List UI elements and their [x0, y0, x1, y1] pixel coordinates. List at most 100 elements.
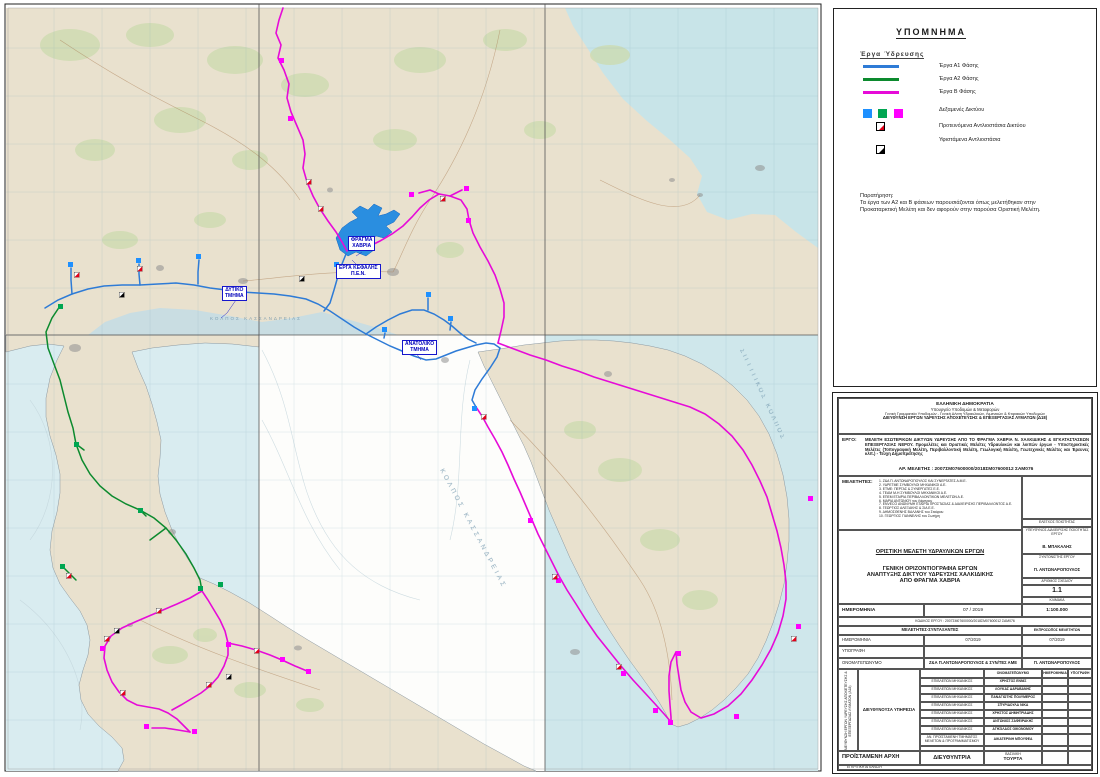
signature-label: ΥΠΟΓΡΑΦΗ — [838, 646, 924, 658]
date-cell-7 — [1042, 726, 1068, 734]
role-2: ΕΠΙΒΛΕΠΩΝ ΜΗΧΑΝΙΚΟΣ — [920, 686, 984, 694]
name-1: ΧΡΗΣΤΟΣ ΕΝΝΙΣ — [984, 678, 1042, 686]
date2-label: ΗΜΕΡΟΜΗΝΙΑ — [838, 635, 924, 646]
note-title: Παρατήρηση: — [860, 193, 1070, 200]
map-note: Παρατήρηση: Τα έργα των Α2 και Β φάσεων … — [860, 193, 1070, 214]
label-east-section: ΑΝΑΤΟΛΙΚΟ ΤΜΗΜΑ — [402, 340, 437, 355]
study-number: ΑΡ. ΜΕΛΕΤΗΣ : 2007ΣΜ07600000/2018ΣΜ07600… — [839, 467, 1092, 473]
coordinator-cell: ΣΥΝΤΟΝΙΣΤΗΣ ΕΡΓΟΥ Π. ΑΝΤΩΝΑΡΟΠΟΥΛΟΣ — [1022, 554, 1092, 578]
name-3: ΠΑΝΑΓΙΩΤΗΣ ΠΟΛΥΜΕΡΟΣ — [984, 694, 1042, 702]
name-4: ΣΠΥΡΙΔΟΥΛΑ ΝΙΚΑ — [984, 702, 1042, 710]
role-7: ΕΠΙΒΛΕΠΩΝ ΜΗΧΑΝΙΚΟΣ — [920, 726, 984, 734]
sign-cell-2 — [1068, 686, 1092, 694]
date-cell-5 — [1042, 710, 1068, 718]
drawing-title-3: ΑΠΟ ΦΡΑΓΜΑ ΧΑΒΡΙΑ — [900, 578, 961, 584]
sign-cell-6 — [1068, 718, 1092, 726]
consultant-10: 10. ΓΕΩΡΓΙΟΣ ΓΙΑΝΝΕΛΗΣ του Σωτήρη — [879, 515, 1021, 519]
name-6: ΑΝΤΩΝΙΟΣ ΖΑΦΕΙΡΑΚΗΣ — [984, 718, 1042, 726]
quality-resp-name: Β. ΜΠΑΚΑΛΗΣ — [1023, 545, 1091, 550]
label-west-section: ΔΥΤΙΚΟ ΤΜΗΜΑ — [222, 286, 247, 301]
date-label: ΗΜΕΡΟΜΗΝΙΑ — [838, 604, 924, 617]
date-value: 07 / 2019 — [924, 604, 1022, 617]
sign-cell-8 — [1068, 734, 1092, 746]
directorate-side-cell: ΔΙΕΥΘΥΝΣΗ ΕΡΓΩΝ ΥΔΡΕΥΣΗΣ ΑΠΟΧΕΤΕΥΣΗΣ & Ε… — [838, 669, 858, 751]
directorate-side-label: ΔΙΕΥΘΥΝΣΗ ΕΡΓΩΝ ΥΔΡΕΥΣΗΣ ΑΠΟΧΕΤΕΥΣΗΣ & Ε… — [839, 670, 858, 751]
name-8: ΑΙΚΑΤΕΡΙΝΗ ΜΠΟΥΦΕΑ — [984, 734, 1042, 746]
date2-value1: 07/2019 — [924, 635, 1022, 646]
drawing-title-cell: ΟΡΙΣΤΙΚΗ ΜΕΛΕΤΗ ΥΔΡΑΥΛΙΚΩΝ ΕΡΓΩΝ ΓΕΝΙΚΗ … — [838, 530, 1022, 604]
label-west-line2: ΤΜΗΜΑ — [225, 294, 244, 300]
reservoir-swatch-green — [878, 109, 887, 118]
label-dam-line2: ΧΑΒΡΙΑ — [351, 244, 372, 250]
title-block: ΕΛΛΗΝΙΚΗ ΔΗΜΟΚΡΑΤΙΑ Υπουργείο Υποδομών &… — [832, 392, 1098, 774]
study-title: ΟΡΙΣΤΙΚΗ ΜΕΛΕΤΗ ΥΔΡΑΥΛΙΚΩΝ ΕΡΓΩΝ — [876, 549, 984, 555]
name-5: ΧΡΗΣΤΟΣ ΔΗΜΗΤΡΙΑΔΗΣ — [984, 710, 1042, 718]
authority-sign-cell — [1068, 751, 1092, 765]
label-headworks: ΕΡΓΑ ΚΕΦΑΛΗΣ Π.Ε.Ν. — [336, 264, 381, 279]
note-line1: Τα έργα των Α2 και Β φάσεων παρουσιάζοντ… — [860, 200, 1070, 207]
role-1: ΕΠΙΒΛΕΠΩΝ ΜΗΧΑΝΙΚΟΣ — [920, 678, 984, 686]
legend-line-a2 — [863, 78, 899, 81]
label-east-line2: ΤΜΗΜΑ — [405, 348, 434, 354]
legend-label-pump-existing: Υφιστάμενα Αντλιοστάσια — [939, 137, 1000, 143]
signature-value1 — [924, 646, 1022, 658]
note-line2: Προκαταρκτική Μελέτη και δεν αφορούν στη… — [860, 207, 1070, 214]
legend-label-a1: Έργα Α1 Φάσης — [939, 63, 979, 69]
sign-header: ΥΠΟΓΡΑΦΗ — [1068, 669, 1092, 678]
authority-label: ΠΡΟΪΣΤΑΜΕΝΗ ΑΡΧΗ — [838, 751, 920, 765]
sign-cell-7 — [1068, 726, 1092, 734]
sign-cell-4 — [1068, 702, 1092, 710]
authors-header: ΜΕΛΕΤΗΤΕΣ-ΣΥΝΤΑΞΑΝΤΕΣ — [838, 626, 1022, 635]
sign-cell-3 — [1068, 694, 1092, 702]
authority-role: ΔΙΕΥΘΥΝΤΡΙΑ — [920, 751, 984, 765]
label-headworks-line2: Π.Ε.Ν. — [339, 272, 378, 278]
legend-label-b: Έργα Β Φάσης — [939, 89, 976, 95]
role-8: ΑΝ. ΠΡΟΪΣΤΑΜΕΝΗ ΤΜΗΜΑΤΟΣ ΜΕΛΕΤΩΝ & ΠΡΟΓΡ… — [920, 734, 984, 746]
scale-label: ΚΛΙΜΑΚΑ — [1022, 597, 1092, 604]
fullname-value1: Ζ&Α Π.ΑΝΤΩΝΑΡΟΠΟΥΛΟΣ & ΣΥΝ/ΤΕΣ ΑΜΕ — [924, 658, 1022, 669]
title-block-inner: ΕΛΛΗΝΙΚΗ ΔΗΜΟΚΡΑΤΙΑ Υπουργείο Υποδομών &… — [837, 397, 1093, 771]
map-area: ΚΟΛΠΟΣ ΚΑΣΣΑΝΔΡΕΙΑΣ ΚΟΛΠΟΣ ΚΑΣΣΑΝΔΡΕΙΑΣ … — [0, 0, 825, 777]
fullname-value2: Π. ΑΝΤΩΝΑΡΟΠΟΥΛΟΣ — [1022, 658, 1092, 669]
date2-value2: 07/2019 — [1022, 635, 1092, 646]
drawing-number: 1.1 — [1022, 585, 1092, 597]
pump-existing-icon — [876, 145, 885, 154]
sign-cell-1 — [1068, 678, 1092, 686]
label-dam: ΦΡΑΓΜΑ ΧΑΒΡΙΑ — [348, 236, 375, 251]
consultants-row: ΜΕΛΕΤΗΤΕΣ: 1. Ζ&Α Π. ΑΝΤΩΝΑΡΟΠΟΥΛΟΣ ΚΑΙ … — [838, 476, 1022, 530]
reservoir-swatch-blue — [863, 109, 872, 118]
date-cell-6 — [1042, 718, 1068, 726]
legend-section-title: Έργα Ύδρευσης — [860, 51, 924, 59]
role-header-cell — [920, 669, 984, 678]
supervising-service-cell: ΔΙΕΥΘΥΝΟΥΣΑ ΥΠΗΡΕΣΙΑ — [858, 669, 920, 751]
representative-header: ΕΚΠΡΟΣΩΠΟΣ ΜΕΛΕΤΗΤΩΝ — [1022, 626, 1092, 635]
date-header: ΗΜΕΡΟΜΗΝΙΑ — [1042, 669, 1068, 678]
drawing-sheet: ΚΟΛΠΟΣ ΚΑΣΣΑΝΔΡΕΙΑΣ ΚΟΛΠΟΣ ΚΑΣΣΑΝΔΡΕΙΑΣ … — [0, 0, 1100, 777]
date-cell-4 — [1042, 702, 1068, 710]
approval-row: ΕΓΚΡΙΤΙΚΗ ΑΠΟΦΑΣΗ — [838, 765, 1092, 770]
legend-line-b — [863, 91, 899, 94]
legend-line-a1 — [863, 65, 899, 68]
legend-label-reservoirs: Δεξαμενές Δικτύου — [939, 107, 984, 113]
authority-name-cell: ΒΑΣΙΛΙΚΗ ΤΟΥΡΤΑ — [984, 751, 1042, 765]
sea-name-kassandra-2: ΚΟΛΠΟΣ ΚΑΣΣΑΝΔΡΕΙΑΣ — [210, 316, 302, 321]
date-cell-2 — [1042, 686, 1068, 694]
date-cell-1 — [1042, 678, 1068, 686]
role-6: ΕΠΙΒΛΕΠΩΝ ΜΗΧΑΝΙΚΟΣ — [920, 718, 984, 726]
agency-line-4: ΔΙΕΥΘΥΝΣΗ ΕΡΓΩΝ ΥΔΡΕΥΣΗΣ ΑΠΟΧΕΤΕΥΣΗΣ & Ε… — [839, 416, 1091, 421]
legend-label-pump-proposed: Προτεινόμενα Αντλιοστάσια Δικτύου — [939, 123, 1026, 129]
topographic-map: ΚΟΛΠΟΣ ΚΑΣΣΑΝΔΡΕΙΑΣ ΚΟΛΠΟΣ ΚΑΣΣΑΝΔΡΕΙΑΣ … — [0, 0, 825, 777]
legend-label-a2: Έργα Α2 Φάσης — [939, 76, 979, 82]
name-2: ΛΟΥΚΑΣ ΔΑΡΑΒΑΝΗΣ — [984, 686, 1042, 694]
empty-cell — [1022, 476, 1092, 519]
coordinator-label: ΣΥΝΤΟΝΙΣΤΗΣ ΕΡΓΟΥ — [1023, 555, 1091, 560]
agency-header: ΕΛΛΗΝΙΚΗ ΔΗΜΟΚΡΑΤΙΑ Υπουργείο Υποδομών &… — [838, 398, 1092, 434]
date-cell-3 — [1042, 694, 1068, 702]
quality-resp-cell: ΥΠΕΥΘΥΝΟΣ ΔΙΑΧΕΙΡΙΣΗΣ ΠΟΙΟΤΗΤΑΣ ΕΡΓΟΥ Β.… — [1022, 527, 1092, 554]
name-7: ΑΓΗΣΙΛΑΟΣ ΟΙΚΟΝΟΜΟΥ — [984, 726, 1042, 734]
project-text: ΜΕΛΕΤΗ ΕΣΩΤΕΡΙΚΩΝ ΔΙΚΤΥΩΝ ΥΔΡΕΥΣΗΣ ΑΠΟ Τ… — [865, 438, 1089, 457]
signature-value2 — [1022, 646, 1092, 658]
project-row: ΕΡΓΟ: ΜΕΛΕΤΗ ΕΣΩΤΕΡΙΚΩΝ ΔΙΚΤΥΩΝ ΥΔΡΕΥΣΗΣ… — [838, 434, 1092, 476]
project-label: ΕΡΓΟ: — [842, 438, 857, 444]
quality-header: ΕΛΕΓΧΟΣ ΠΟΙΟΤΗΤΑΣ — [1022, 519, 1092, 527]
